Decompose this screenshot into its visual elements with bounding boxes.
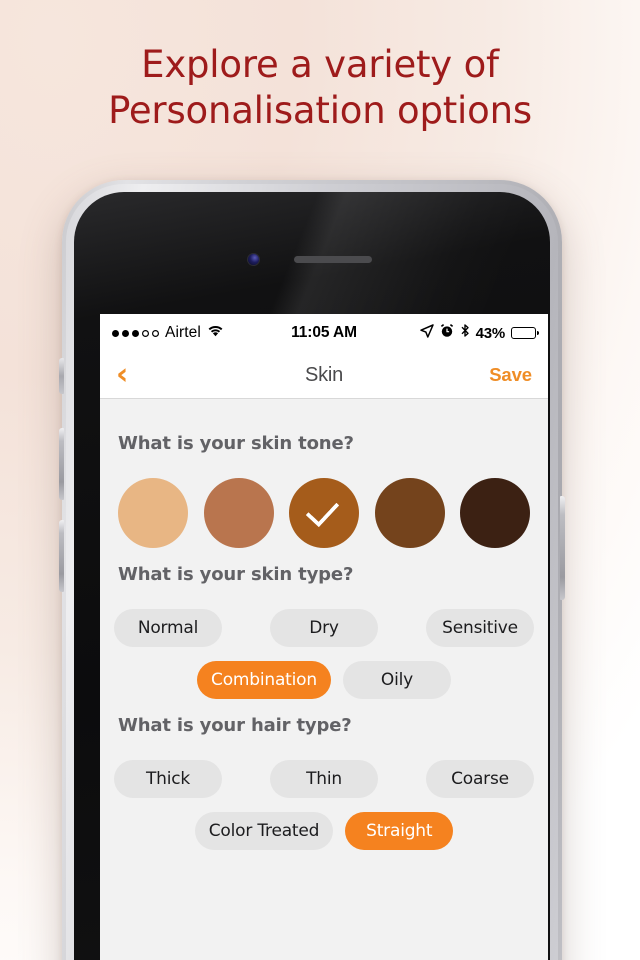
option-pill-sensitive[interactable]: Sensitive [426, 609, 534, 647]
volume-down-button[interactable] [59, 520, 64, 592]
phone-screen: Airtel 11:05 AM 43% ‹ Skin Save What is … [100, 314, 548, 960]
skin-tone-swatch-2[interactable] [203, 478, 274, 548]
battery-percentage-label: 43% [475, 324, 506, 342]
signal-dot [122, 329, 129, 337]
option-pill-oily[interactable]: Oily [342, 661, 451, 699]
signal-strength-icon [112, 329, 159, 337]
section-hair-type: What is your hair type? Thick Thin Coarse Co… [100, 715, 548, 850]
option-pill-thin[interactable]: Thin [270, 760, 378, 798]
option-pill-dry[interactable]: Dry [270, 609, 378, 647]
option-pill-thick[interactable]: Thick [114, 760, 222, 798]
form-content: What is your skin tone? What is your skin… [100, 399, 548, 850]
promo-stage: Explore a variety of Personalisation opt… [0, 0, 640, 960]
power-button[interactable] [560, 496, 565, 600]
page-title: Skin [304, 363, 344, 386]
volume-up-button[interactable] [59, 428, 64, 500]
hair-type-option-row: Color Treated Straight [114, 812, 534, 850]
hair-type-options: Thick Thin Coarse Color Treated Straight [100, 736, 548, 850]
signal-dot [142, 329, 149, 337]
skin-type-option-row: Combination Oily [114, 661, 534, 699]
signal-dot [112, 329, 119, 337]
wifi-icon [207, 324, 224, 342]
status-bar: Airtel 11:05 AM 43% [100, 314, 548, 352]
skin-tone-swatch-1[interactable] [118, 478, 188, 548]
chevron-left-icon[interactable]: ‹ [116, 360, 156, 390]
option-pill-color-treated[interactable]: Color Treated [194, 812, 334, 850]
section-skin-type: What is your skin type? Normal Dry Sensitiv… [100, 564, 548, 699]
silent-switch[interactable] [59, 358, 64, 394]
checkmark-icon [305, 493, 340, 528]
skin-type-options: Normal Dry Sensitive Combination Oily [100, 585, 548, 699]
bluetooth-icon [460, 323, 470, 343]
battery-icon [511, 327, 539, 339]
skin-type-option-row: Normal Dry Sensitive [114, 609, 534, 647]
earpiece-speaker-icon [294, 256, 372, 263]
option-pill-coarse[interactable]: Coarse [426, 760, 534, 798]
status-bar-right: 43% [419, 323, 539, 343]
question-label-skin-type: What is your skin type? [118, 564, 354, 585]
skin-tone-swatch-row [100, 454, 548, 548]
carrier-label: Airtel [165, 324, 201, 341]
location-arrow-icon [419, 323, 434, 343]
skin-tone-swatch-3[interactable] [289, 478, 359, 548]
option-pill-combination[interactable]: Combination [197, 661, 331, 699]
hair-type-option-row: Thick Thin Coarse [114, 760, 534, 798]
option-pill-normal[interactable]: Normal [114, 609, 222, 647]
status-bar-left: Airtel [112, 324, 224, 342]
question-label-hair-type: What is your hair type? [118, 715, 352, 736]
alarm-clock-icon [440, 323, 454, 343]
skin-tone-swatch-4[interactable] [374, 478, 445, 548]
section-skin-tone: What is your skin tone? [100, 433, 548, 548]
option-pill-straight[interactable]: Straight [345, 812, 454, 850]
front-camera-icon [248, 254, 259, 265]
navigation-bar: ‹ Skin Save [100, 352, 548, 399]
question-label-skin-tone: What is your skin tone? [118, 433, 354, 454]
save-button[interactable]: Save [489, 364, 532, 386]
promo-headline: Explore a variety of Personalisation opt… [108, 43, 532, 132]
phone-mockup: Airtel 11:05 AM 43% ‹ Skin Save What is … [59, 180, 565, 960]
phone-front-panel: Airtel 11:05 AM 43% ‹ Skin Save What is … [74, 192, 550, 960]
signal-dot [152, 329, 159, 337]
skin-tone-swatch-5[interactable] [460, 478, 530, 548]
signal-dot [132, 329, 139, 337]
